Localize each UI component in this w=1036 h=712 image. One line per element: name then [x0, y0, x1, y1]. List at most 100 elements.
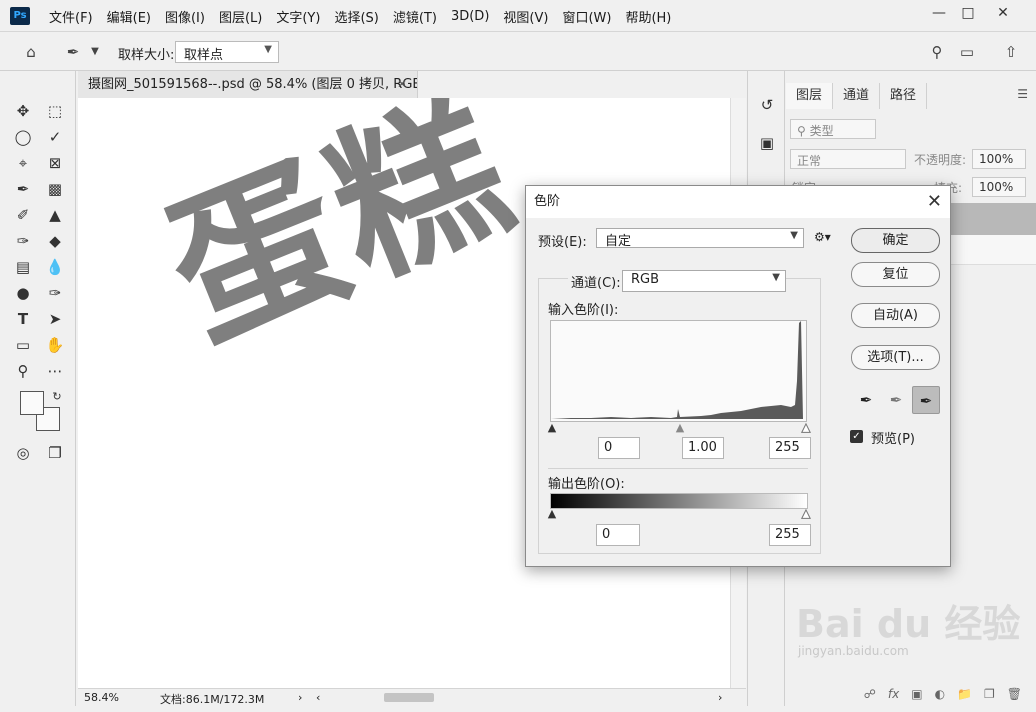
lasso-tool-icon[interactable]: ◯ — [10, 125, 36, 149]
black-point-eyedropper-icon[interactable]: ✒ — [852, 386, 880, 414]
fill-input[interactable]: 100% — [972, 177, 1026, 197]
close-icon[interactable]: ✕ — [990, 4, 1016, 22]
menu-item[interactable]: 帮助(H) — [618, 7, 678, 26]
input-black-slider[interactable]: ▲ — [546, 422, 558, 433]
new-layer-icon[interactable]: ❐ — [984, 687, 995, 701]
history-panel-icon[interactable]: ↺ — [754, 93, 780, 117]
dialog-title-bar: 色阶 ✕ — [526, 186, 950, 218]
crop-tool-icon[interactable]: ⌖ — [10, 151, 36, 175]
auto-button[interactable]: 自动(A) — [851, 303, 940, 328]
folder-icon[interactable]: 📁 — [957, 687, 972, 701]
3d-panel-icon[interactable]: ▣ — [754, 131, 780, 155]
blend-mode-select[interactable]: 正常 — [790, 149, 906, 169]
gear-icon[interactable]: ⚙▾ — [814, 230, 831, 244]
more-tools-icon[interactable]: ⋯ — [42, 359, 68, 383]
workspace-icon[interactable]: ▭ — [956, 42, 978, 62]
output-gradient — [550, 493, 808, 509]
gray-point-eyedropper-icon[interactable]: ✒ — [882, 386, 910, 414]
pen-tool-icon[interactable]: ✑ — [42, 281, 68, 305]
gradient-tool-icon[interactable]: ▤ — [10, 255, 36, 279]
adjustment-icon[interactable]: ◐ — [935, 687, 945, 701]
preset-label: 预设(E): — [538, 235, 587, 250]
menu-item[interactable]: 窗口(W) — [555, 7, 618, 26]
marquee-tool-icon[interactable]: ⬚ — [42, 99, 68, 123]
sample-size-select[interactable]: 取样点 ▼ — [175, 41, 279, 63]
document-tab[interactable]: 摄图网_501591568--.psd @ 58.4% (图层 0 拷贝, RG… — [78, 71, 418, 98]
layers-footer: ☍ fx ▣ ◐ 📁 ❐ 🗑 — [786, 681, 1036, 706]
brush-tool-icon[interactable]: ✐ — [10, 203, 36, 227]
tab-channels[interactable]: 通道 — [833, 83, 881, 109]
menu-item[interactable]: 图层(L) — [212, 7, 269, 26]
home-icon[interactable]: ⌂ — [20, 42, 42, 62]
tab-paths[interactable]: 路径 — [880, 83, 928, 109]
search-icon[interactable]: ⚲ — [926, 42, 948, 62]
dodge-tool-icon[interactable]: ● — [10, 281, 36, 305]
chevron-right-icon[interactable]: › — [298, 691, 302, 704]
trash-icon[interactable]: 🗑 — [1007, 687, 1022, 701]
menu-item[interactable]: 编辑(E) — [100, 7, 158, 26]
input-white-field[interactable]: 255 — [769, 437, 811, 459]
preset-select[interactable]: 自定 ▼ — [596, 228, 804, 249]
blur-tool-icon[interactable]: 💧 — [42, 255, 68, 279]
screen-mode-icon[interactable]: ❐ — [42, 441, 68, 465]
quick-mask-icon[interactable]: ◎ — [10, 441, 36, 465]
histogram-shape — [551, 321, 803, 419]
layer-filter-select[interactable]: ⚲ 类型 — [790, 119, 876, 139]
reset-button[interactable]: 复位 — [851, 262, 940, 287]
opacity-label: 不透明度: — [914, 153, 967, 167]
zoom-level[interactable]: 58.4% — [84, 691, 119, 704]
horizontal-scrollbar[interactable] — [384, 693, 434, 702]
swap-colors-icon[interactable]: ↻ — [44, 385, 70, 409]
opacity-input[interactable]: 100% — [972, 149, 1026, 169]
chevron-right-icon[interactable]: › — [718, 691, 722, 704]
preview-checkbox[interactable]: ✓ — [850, 430, 863, 443]
type-tool-icon[interactable]: T — [10, 307, 36, 331]
eyedropper-tool-icon[interactable]: ✒ — [62, 42, 84, 62]
channel-select[interactable]: RGB ▼ — [622, 270, 786, 292]
input-gamma-slider[interactable]: ▲ — [674, 422, 686, 433]
ok-button[interactable]: 确定 — [851, 228, 940, 253]
menu-item[interactable]: 滤镜(T) — [386, 7, 444, 26]
search-icon: ⚲ — [797, 124, 806, 138]
stamp-tool-icon[interactable]: ▲ — [42, 203, 68, 227]
hand-tool-icon[interactable]: ✋ — [42, 333, 68, 357]
output-black-slider[interactable]: ▲ — [546, 508, 558, 519]
input-white-slider[interactable]: ▲ — [800, 422, 812, 434]
options-button[interactable]: 选项(T)... — [851, 345, 940, 370]
input-black-field[interactable]: 0 — [598, 437, 640, 459]
close-tab-icon[interactable]: ✕ — [397, 71, 407, 98]
healing-brush-icon[interactable]: ▩ — [42, 177, 68, 201]
menu-item[interactable]: 3D(D) — [444, 9, 496, 24]
foreground-color-swatch[interactable] — [20, 391, 44, 415]
close-icon[interactable]: ✕ — [927, 186, 942, 218]
eyedropper-tool-icon[interactable]: ✒ — [10, 177, 36, 201]
maximize-icon[interactable]: □ — [955, 4, 981, 22]
quick-select-tool-icon[interactable]: ✓ — [42, 125, 68, 149]
eraser-tool-icon[interactable]: ◆ — [42, 229, 68, 253]
chevron-down-icon[interactable]: ▼ — [84, 42, 106, 62]
output-black-field[interactable]: 0 — [596, 524, 640, 546]
input-gamma-field[interactable]: 1.00 — [682, 437, 724, 459]
chevron-left-icon[interactable]: ‹ — [316, 691, 320, 704]
white-point-eyedropper-icon[interactable]: ✒ — [912, 386, 940, 414]
menu-item[interactable]: 文字(Y) — [269, 7, 327, 26]
menu-item[interactable]: 文件(F) — [42, 7, 100, 26]
link-icon[interactable]: ☍ — [864, 687, 876, 701]
fx-icon[interactable]: fx — [888, 687, 899, 701]
path-select-tool-icon[interactable]: ➤ — [42, 307, 68, 331]
output-white-field[interactable]: 255 — [769, 524, 811, 546]
minimize-icon[interactable]: — — [926, 4, 952, 22]
move-tool-icon[interactable]: ✥ — [10, 99, 36, 123]
output-white-slider[interactable]: ▲ — [800, 508, 812, 520]
frame-tool-icon[interactable]: ⊠ — [42, 151, 68, 175]
menu-item[interactable]: 图像(I) — [158, 7, 212, 26]
rectangle-tool-icon[interactable]: ▭ — [10, 333, 36, 357]
menu-item[interactable]: 选择(S) — [327, 7, 385, 26]
history-brush-icon[interactable]: ✑ — [10, 229, 36, 253]
share-icon[interactable]: ⇧ — [1000, 42, 1022, 62]
mask-icon[interactable]: ▣ — [911, 687, 922, 701]
tab-layers[interactable]: 图层 — [786, 83, 834, 109]
zoom-tool-icon[interactable]: ⚲ — [10, 359, 36, 383]
menu-item[interactable]: 视图(V) — [496, 7, 555, 26]
panel-menu-icon[interactable]: ☰ — [1017, 87, 1028, 101]
